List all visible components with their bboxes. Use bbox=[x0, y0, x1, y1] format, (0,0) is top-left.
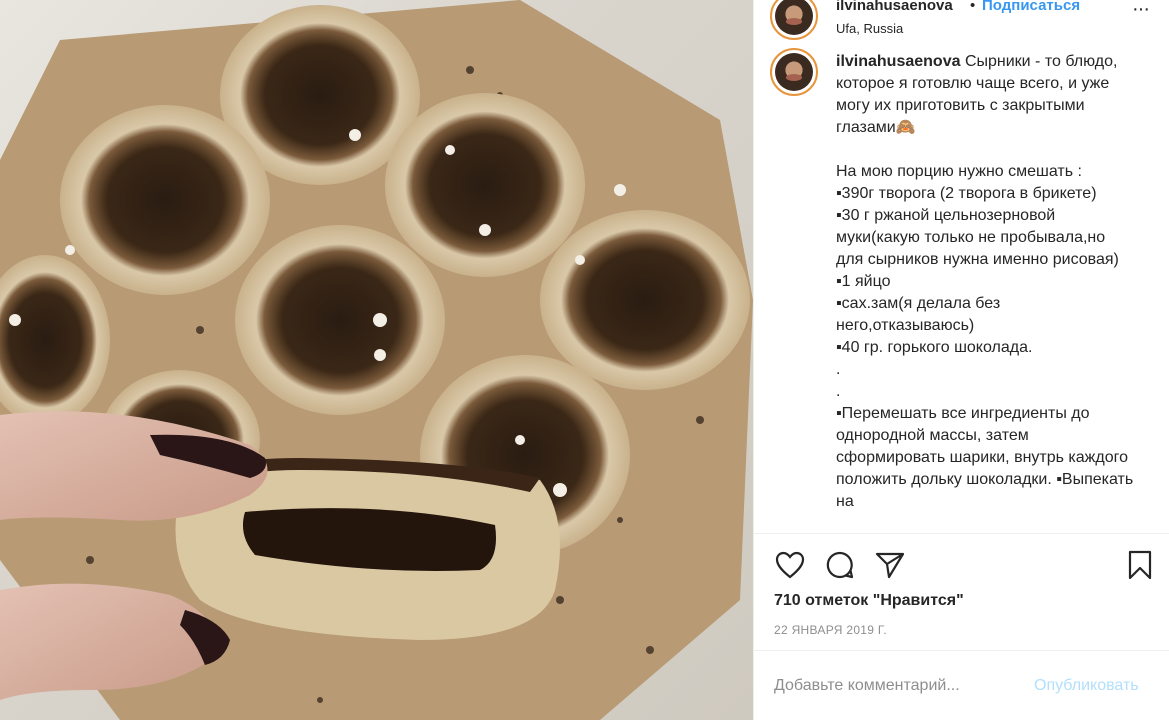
location-link[interactable]: Ufa, Russia bbox=[836, 21, 903, 36]
syrniki-photo bbox=[0, 0, 753, 720]
comment-box: Добавьте комментарий... Опубликовать bbox=[754, 650, 1169, 720]
caption-username[interactable]: ilvinahusaenova bbox=[836, 53, 961, 70]
caption-body: Сырники - то блюдо, которое я готовлю ча… bbox=[836, 53, 1134, 510]
avatar-image bbox=[775, 0, 813, 35]
caption-avatar[interactable] bbox=[770, 48, 818, 96]
author-avatar[interactable] bbox=[770, 0, 818, 40]
caption-area: ilvinahusaenova Сырники - то блюдо, кото… bbox=[754, 44, 1169, 534]
post-side-panel: ilvinahusaenova • Подписаться Ufa, Russi… bbox=[753, 0, 1169, 720]
comment-input[interactable]: Добавьте комментарий... bbox=[774, 677, 960, 695]
avatar-image bbox=[775, 53, 813, 91]
header-separator: • bbox=[970, 0, 976, 14]
follow-button[interactable]: Подписаться bbox=[982, 0, 1080, 14]
post-actions: 710 отметок "Нравится" 22 ЯНВАРЯ 2019 Г. bbox=[754, 533, 1169, 649]
post-date[interactable]: 22 ЯНВАРЯ 2019 Г. bbox=[774, 623, 887, 637]
bookmark-icon[interactable] bbox=[1123, 548, 1157, 582]
publish-button[interactable]: Опубликовать bbox=[1034, 677, 1139, 695]
more-horizontal-icon[interactable]: ··· bbox=[1132, 0, 1152, 22]
heart-icon[interactable] bbox=[773, 548, 807, 582]
likes-count[interactable]: 710 отметок "Нравится" bbox=[774, 592, 964, 610]
share-icon[interactable] bbox=[873, 548, 907, 582]
author-username[interactable]: ilvinahusaenova bbox=[836, 0, 953, 14]
caption-text: ilvinahusaenova Сырники - то блюдо, кото… bbox=[836, 51, 1136, 513]
comment-icon[interactable] bbox=[823, 548, 857, 582]
post-photo[interactable] bbox=[0, 0, 753, 720]
post-header: ilvinahusaenova • Подписаться Ufa, Russi… bbox=[754, 0, 1169, 44]
